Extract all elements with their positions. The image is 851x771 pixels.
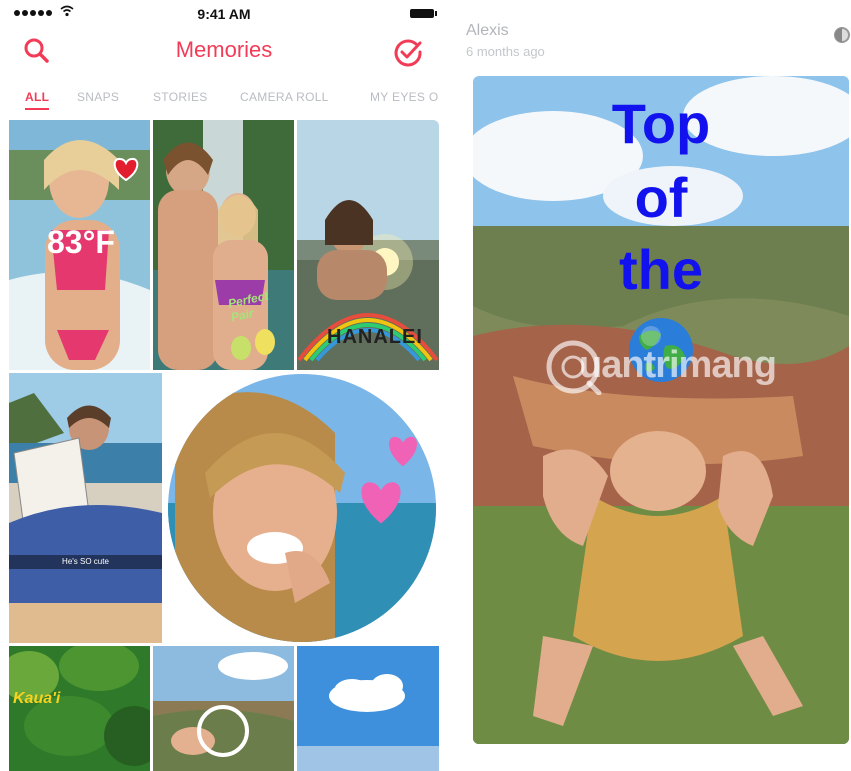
memories-grid: 83°F Perfect Pair HANALEI He's SO cute K…	[9, 120, 439, 771]
active-tab-indicator	[25, 108, 49, 110]
grid-tile-waterfall-couple[interactable]: Perfect Pair	[153, 120, 294, 370]
temperature-filter-label: 83°F	[47, 224, 115, 260]
reading-image	[9, 373, 162, 643]
grid-tile-reading[interactable]: He's SO cute	[9, 373, 162, 643]
location-sticker-label: Kaua'i	[13, 690, 61, 707]
select-checkmark-icon[interactable]	[392, 36, 424, 68]
location-sticker-label: HANALEI	[327, 326, 423, 348]
status-time: 9:41 AM	[197, 6, 251, 22]
memories-screen: 9:41 AM Memories ALL SNAPS STORIES CAMER…	[0, 0, 448, 771]
snap-caption: He's SO cute	[62, 557, 109, 566]
grid-tile-beach-selfie[interactable]: 83°F	[9, 120, 150, 370]
sender-name: Alexis	[466, 22, 509, 39]
tab-camera-roll[interactable]: CAMERA ROLL	[240, 90, 329, 104]
canyon-hands-image	[153, 646, 294, 771]
grid-tile-surfer[interactable]: HANALEI	[297, 120, 439, 370]
grid-tile-jungle[interactable]: Kaua'i	[9, 646, 150, 771]
grid-tile-canyon-hands[interactable]	[153, 646, 294, 771]
tab-snaps[interactable]: SNAPS	[77, 90, 119, 104]
snap-viewer-screen: Alexis 6 months ago Top of the uantriman…	[448, 0, 851, 771]
jungle-image	[9, 646, 150, 771]
tab-my-eyes-only[interactable]: MY EYES O	[370, 90, 439, 104]
heart-sticker-icon	[113, 158, 139, 182]
tab-all[interactable]: ALL	[25, 90, 49, 104]
heart-sticker-icon	[361, 482, 401, 524]
battery-icon	[410, 9, 437, 18]
grid-tile-smiling-girl-story[interactable]	[165, 373, 439, 643]
snap-timestamp: 6 months ago	[466, 44, 545, 59]
story-ring-icon[interactable]	[833, 26, 851, 44]
memories-tabs: ALL SNAPS STORIES CAMERA ROLL MY EYES O	[0, 84, 448, 114]
caption-line-1: Top	[611, 92, 711, 155]
caption-line-2: of	[634, 166, 688, 229]
grid-tile-sky[interactable]	[297, 646, 439, 771]
sky-image	[297, 646, 439, 771]
snap-photo[interactable]: Top of the uantrimang	[473, 76, 849, 744]
memories-header: Memories	[0, 28, 448, 76]
heart-sticker-icon	[388, 436, 418, 467]
watermark-text: uantrimang	[579, 344, 777, 386]
caption-line-3: the	[619, 238, 703, 301]
tab-stories[interactable]: STORIES	[153, 90, 208, 104]
waterfall-couple-image	[153, 120, 294, 370]
page-title: Memories	[175, 37, 273, 62]
status-bar: 9:41 AM	[0, 0, 448, 28]
